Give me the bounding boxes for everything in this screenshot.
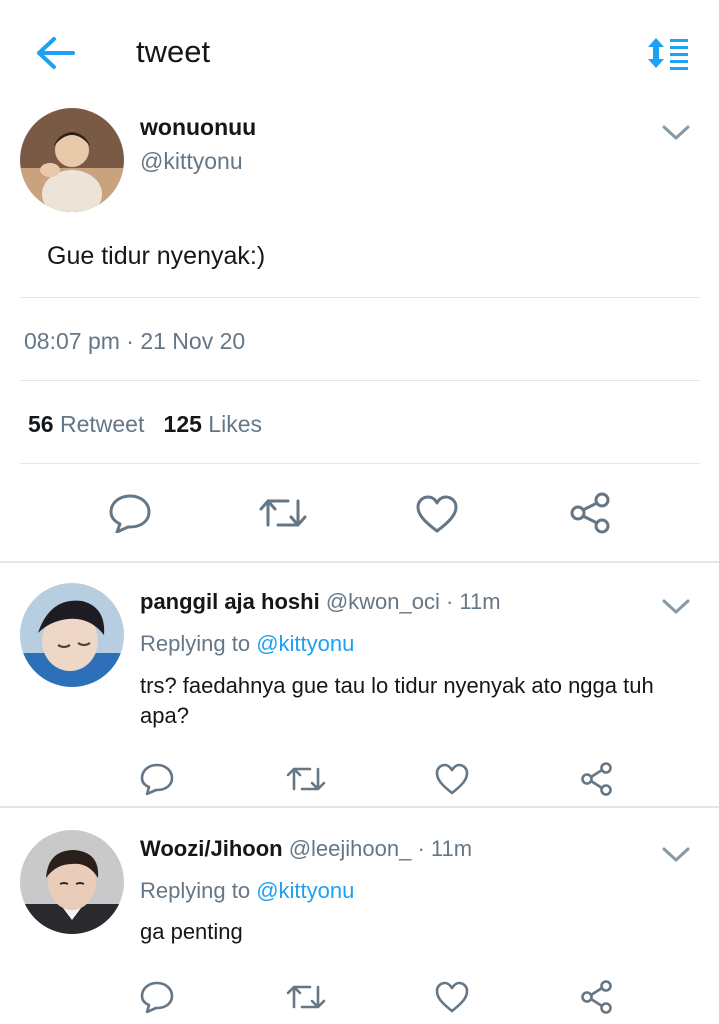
avatar[interactable] — [20, 830, 124, 934]
reply-text: ga penting — [140, 919, 243, 944]
chevron-down-icon[interactable] — [661, 597, 691, 617]
reply-icon[interactable] — [140, 981, 174, 1013]
share-icon[interactable] — [569, 492, 613, 534]
replying-to: Replying to @kittyonu — [140, 878, 354, 904]
share-icon[interactable] — [580, 980, 614, 1014]
like-count[interactable]: 125 — [164, 411, 202, 437]
back-arrow-icon[interactable] — [36, 36, 76, 70]
replying-to: Replying to @kittyonu — [140, 631, 354, 657]
reply-icon[interactable] — [140, 763, 174, 795]
share-icon[interactable] — [580, 762, 614, 796]
display-name[interactable]: panggil aja hoshi — [140, 589, 320, 614]
display-name[interactable]: wonuonuu — [140, 114, 256, 141]
handle-time: @leejihoon_ · 11m — [288, 836, 473, 861]
reply-text: trs? faedahnya gue tau lo tidur nyenyak … — [140, 673, 654, 728]
tweet-timestamp: 08:07 pm · 21 Nov 20 — [24, 328, 246, 354]
chevron-down-icon[interactable] — [661, 123, 691, 143]
retweet-icon[interactable] — [286, 764, 326, 794]
replying-prefix: Replying to — [140, 878, 257, 903]
like-icon[interactable] — [415, 494, 459, 534]
divider — [20, 297, 700, 298]
retweet-icon[interactable] — [286, 982, 326, 1012]
retweet-count[interactable]: 56 — [28, 411, 54, 437]
divider — [20, 463, 700, 464]
avatar[interactable] — [20, 108, 124, 212]
retweet-icon[interactable] — [258, 495, 308, 531]
display-name[interactable]: Woozi/Jihoon — [140, 836, 283, 861]
page-title: tweet — [136, 34, 211, 69]
tweet-stats: 56 Retweet 125 Likes — [28, 411, 262, 438]
retweet-label[interactable]: Retweet — [60, 411, 144, 437]
reply-header: Woozi/Jihoon @leejihoon_ · 11m — [140, 836, 472, 862]
user-handle[interactable]: @kittyonu — [140, 148, 243, 175]
divider — [20, 380, 700, 381]
chevron-down-icon[interactable] — [661, 845, 691, 865]
avatar[interactable] — [20, 583, 124, 687]
section-divider — [0, 806, 719, 808]
reply-icon[interactable] — [108, 493, 152, 533]
handle-time: @kwon_oci · 11m — [325, 589, 501, 614]
mention-link[interactable]: @kittyonu — [256, 631, 354, 656]
tweet-text: Gue tidur nyenyak:) — [47, 242, 266, 270]
replying-prefix: Replying to — [140, 631, 257, 656]
mention-link[interactable]: @kittyonu — [256, 878, 354, 903]
like-label[interactable]: Likes — [208, 411, 262, 437]
section-divider — [0, 561, 719, 563]
like-icon[interactable] — [435, 981, 469, 1013]
sort-icon[interactable] — [646, 36, 690, 70]
reply-header: panggil aja hoshi @kwon_oci · 11m — [140, 589, 501, 615]
like-icon[interactable] — [435, 763, 469, 795]
